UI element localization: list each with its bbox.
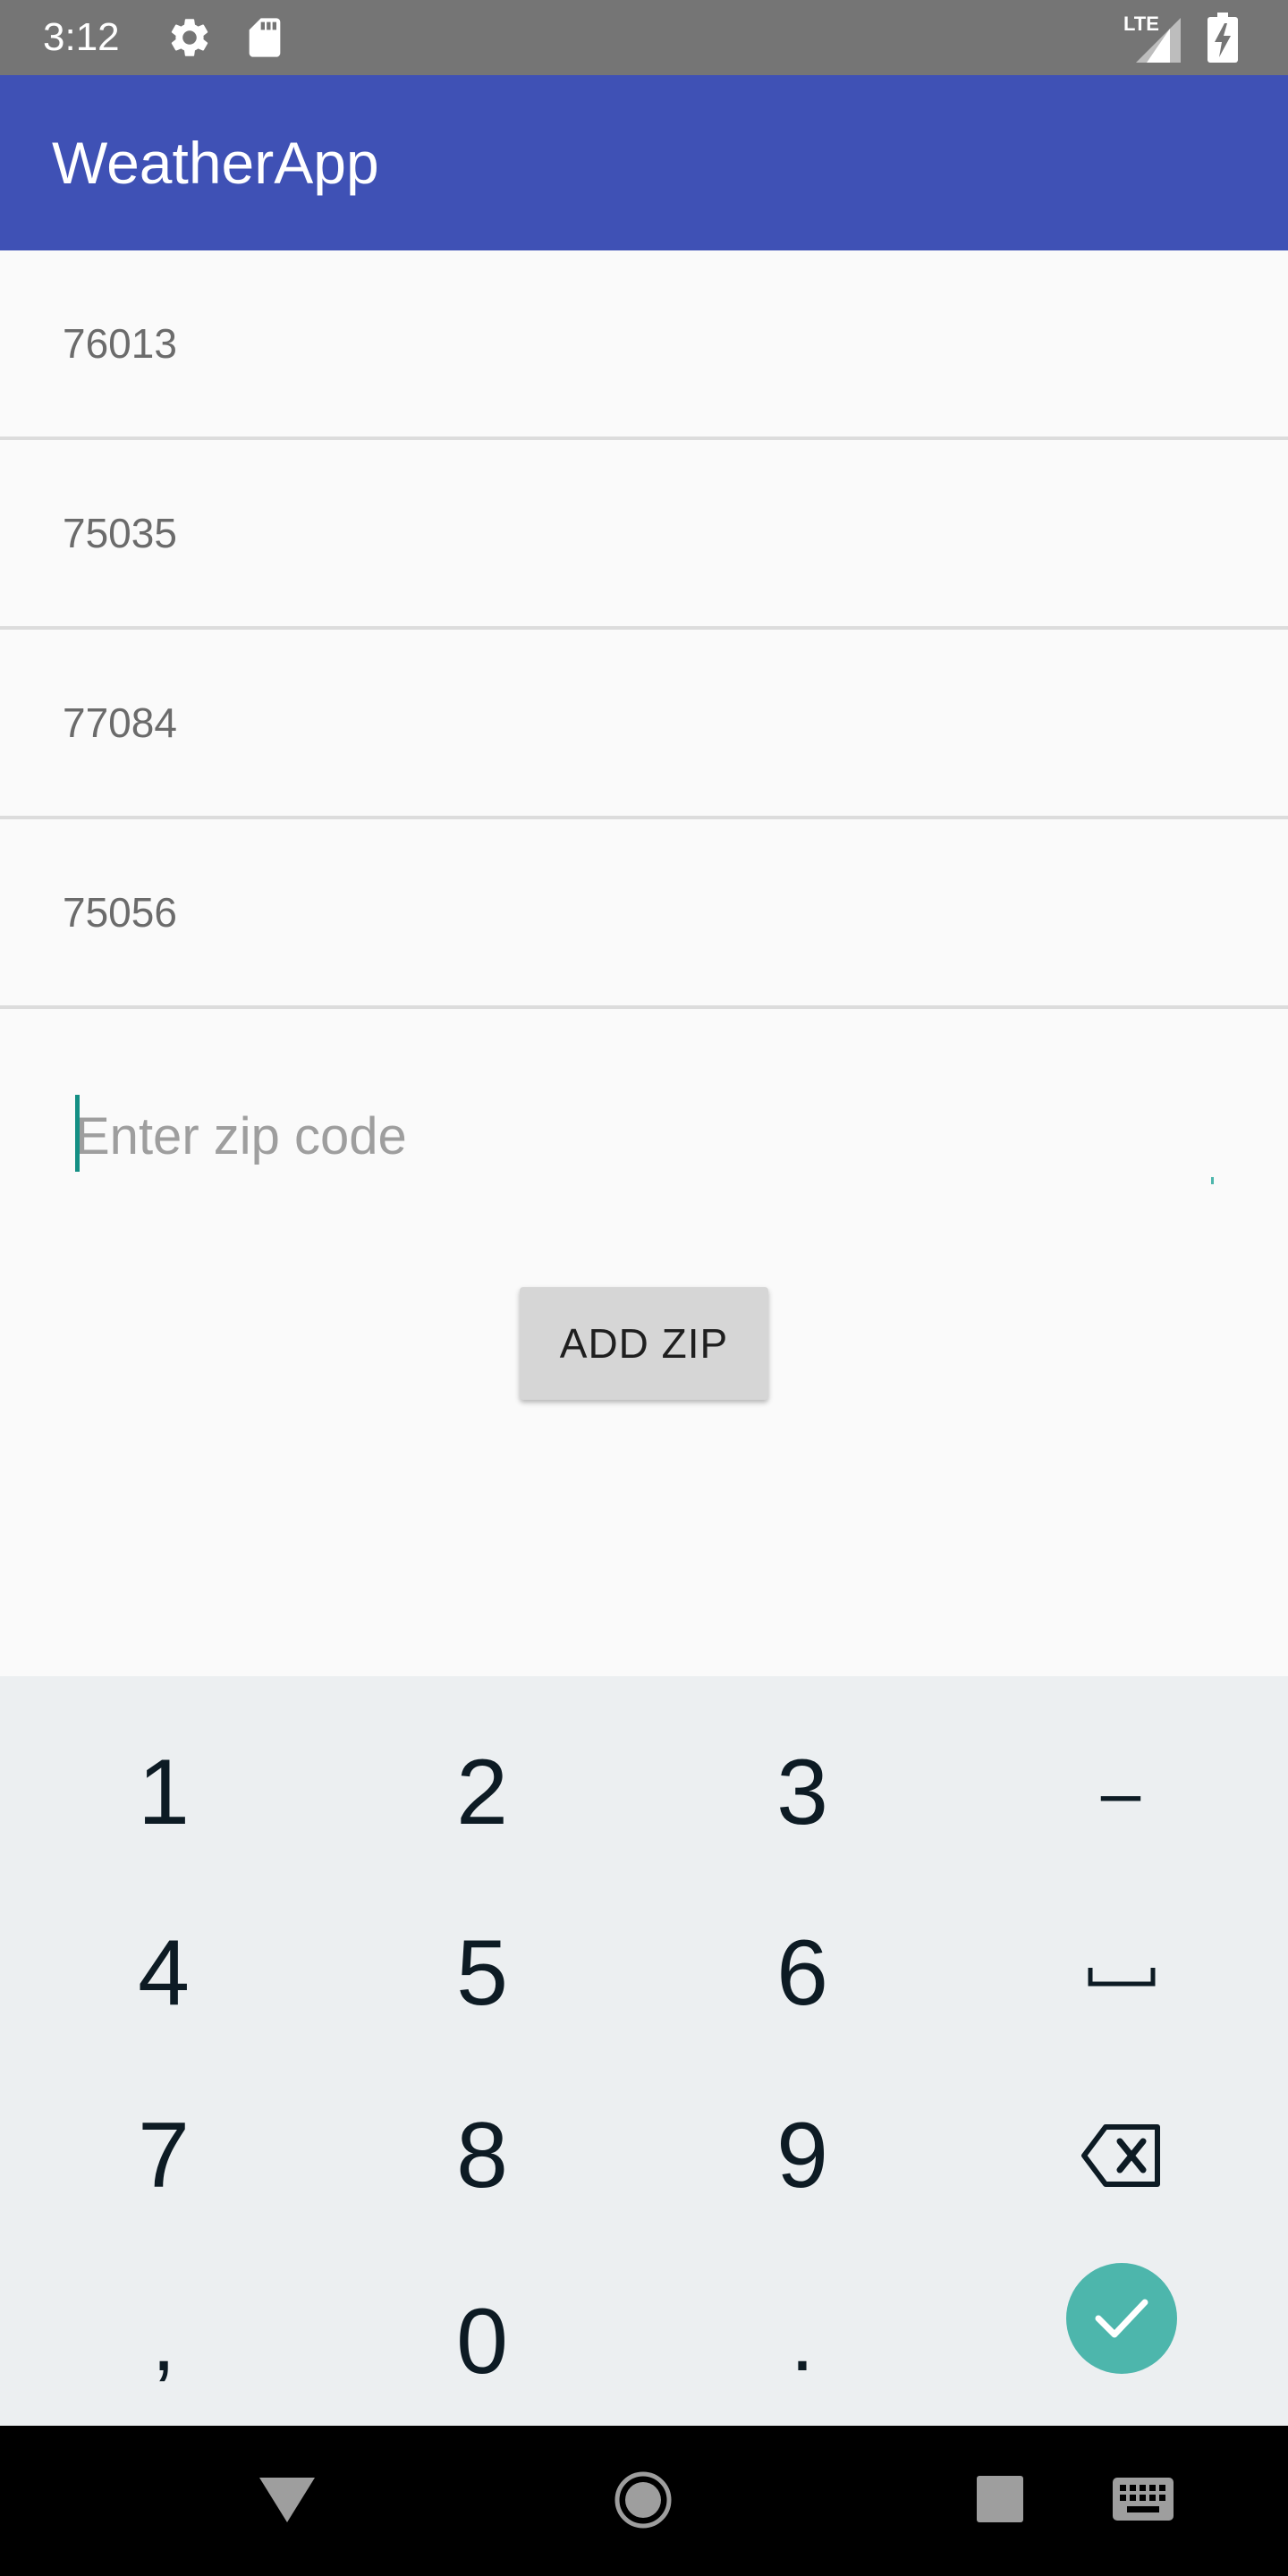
key-label: 3 xyxy=(776,1741,828,1844)
sd-card-icon xyxy=(249,18,281,57)
key-8[interactable]: 8 xyxy=(322,2066,642,2245)
navigation-bar xyxy=(0,2426,1288,2576)
add-zip-button[interactable]: ADD ZIP xyxy=(520,1287,768,1400)
screen: 3:12 LTE WeatherApp 76013 75035 77084 75… xyxy=(0,0,1288,2576)
key-0[interactable]: 0 xyxy=(322,2252,642,2431)
app-bar: WeatherApp xyxy=(0,75,1288,250)
key-label: – xyxy=(1100,1752,1141,1832)
home-icon[interactable] xyxy=(614,2470,673,2529)
list-item[interactable]: 77084 xyxy=(0,630,1288,819)
key-9[interactable]: 9 xyxy=(642,2066,962,2245)
backspace-key[interactable] xyxy=(961,2066,1281,2245)
lte-signal-icon: LTE xyxy=(1123,13,1181,63)
status-bar: 3:12 LTE xyxy=(0,0,1288,75)
list-item-zip: 76013 xyxy=(63,320,177,367)
key-space[interactable] xyxy=(961,1884,1281,2063)
key-6[interactable]: 6 xyxy=(642,1884,962,2063)
gear-icon xyxy=(171,19,208,56)
checkmark-icon xyxy=(1095,2299,1148,2338)
key-label: 5 xyxy=(456,1921,508,2025)
key-2[interactable]: 2 xyxy=(322,1703,642,1882)
key-period[interactable]: . xyxy=(642,2252,962,2431)
key-label: 9 xyxy=(776,2104,828,2207)
back-icon[interactable] xyxy=(259,2474,315,2524)
network-label: LTE xyxy=(1123,13,1159,35)
key-label: 6 xyxy=(776,1921,828,2025)
keyboard-switch-icon[interactable] xyxy=(1113,2478,1174,2521)
list-item-zip: 75056 xyxy=(63,889,177,936)
space-icon xyxy=(1088,1968,1156,1987)
key-label: . xyxy=(790,2293,815,2389)
zip-input-container xyxy=(75,1082,1220,1190)
key-1[interactable]: 1 xyxy=(4,1703,324,1882)
key-label: 2 xyxy=(456,1741,508,1844)
key-4[interactable]: 4 xyxy=(4,1884,324,2063)
key-label: 4 xyxy=(138,1921,190,2025)
list-item[interactable]: 75056 xyxy=(0,819,1288,1009)
status-time: 3:12 xyxy=(43,15,120,59)
key-3[interactable]: 3 xyxy=(642,1703,962,1882)
list-item[interactable]: 75035 xyxy=(0,440,1288,630)
backspace-icon xyxy=(1081,2124,1160,2187)
list-item[interactable]: 76013 xyxy=(0,250,1288,440)
key-label: 0 xyxy=(456,2290,508,2394)
key-label: , xyxy=(151,2293,176,2389)
key-label: 8 xyxy=(456,2104,508,2207)
zip-list: 76013 75035 77084 75056 xyxy=(0,250,1288,1009)
key-dash[interactable]: – xyxy=(961,1703,1281,1882)
key-5[interactable]: 5 xyxy=(322,1884,642,2063)
zip-code-input[interactable] xyxy=(75,1082,1220,1190)
recents-icon[interactable] xyxy=(977,2476,1023,2522)
list-item-zip: 77084 xyxy=(63,699,177,746)
text-cursor xyxy=(75,1095,80,1172)
key-label: 1 xyxy=(138,1741,190,1844)
key-label: 7 xyxy=(138,2104,190,2207)
app-title: WeatherApp xyxy=(52,130,379,196)
enter-key[interactable] xyxy=(1066,2263,1177,2374)
key-7[interactable]: 7 xyxy=(4,2066,324,2245)
battery-charging-icon xyxy=(1208,13,1238,63)
key-comma[interactable]: , xyxy=(4,2252,324,2431)
list-item-zip: 75035 xyxy=(63,510,177,556)
input-underline-end xyxy=(1211,1177,1214,1184)
